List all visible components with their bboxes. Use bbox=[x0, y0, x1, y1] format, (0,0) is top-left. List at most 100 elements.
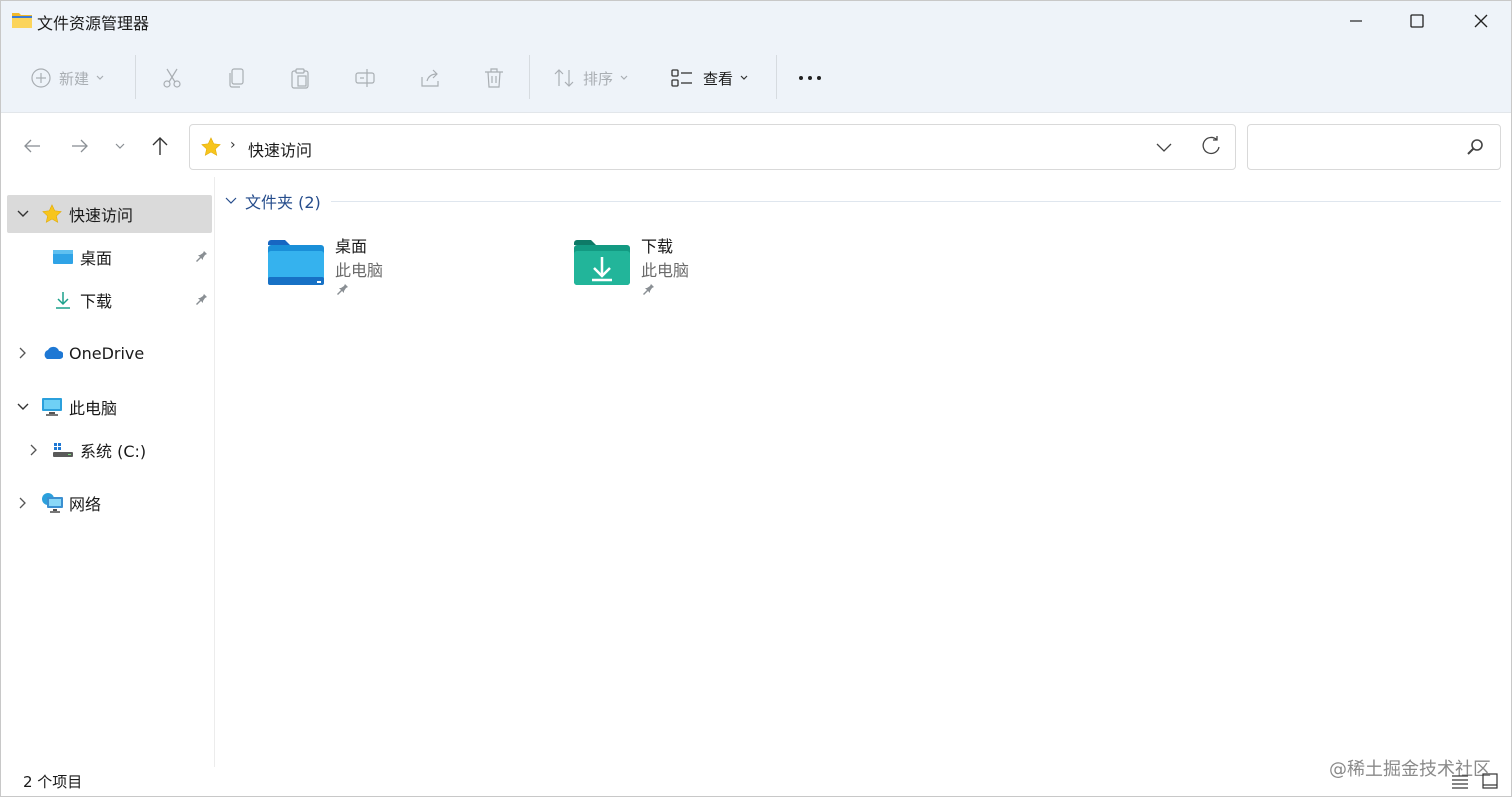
close-icon bbox=[1474, 14, 1488, 28]
chevron-down-icon[interactable] bbox=[1154, 137, 1174, 157]
more-options-button[interactable] bbox=[797, 61, 823, 95]
status-bar: 2 个项目 @稀土掘金技术社区 bbox=[1, 759, 1511, 796]
copy-icon bbox=[229, 68, 244, 88]
folder-name: 桌面 bbox=[335, 237, 368, 256]
navigation-pane: 快速访问 桌面 下载 OneDrive 此电脑 系统 (C:) 网络 bbox=[1, 177, 215, 767]
details-view-icon bbox=[1452, 775, 1468, 789]
folder-group-title: 文件夹 (2) bbox=[245, 193, 321, 212]
sort-label: 排序 bbox=[583, 69, 614, 88]
sidebar-item-label: 桌面 bbox=[80, 249, 113, 268]
drive-icon bbox=[52, 439, 74, 461]
maximize-icon bbox=[1410, 14, 1424, 28]
chevron-down-icon[interactable] bbox=[225, 196, 237, 206]
tiles-view-icon bbox=[1482, 773, 1498, 789]
pin-icon bbox=[643, 282, 654, 295]
pin-icon bbox=[194, 291, 208, 309]
sidebar-item-label: OneDrive bbox=[69, 343, 145, 363]
item-count: 2 个项目 bbox=[23, 773, 83, 791]
network-icon bbox=[41, 492, 63, 514]
view-button[interactable]: 查看 bbox=[671, 61, 749, 95]
sort-button[interactable]: 排序 bbox=[553, 61, 629, 95]
sort-icon bbox=[554, 69, 574, 87]
folder-tile-downloads[interactable]: 下载 此电脑 bbox=[573, 229, 873, 305]
clipboard-icon bbox=[291, 68, 309, 89]
onedrive-icon bbox=[41, 342, 63, 364]
chevron-down-icon bbox=[620, 75, 628, 80]
share-button[interactable] bbox=[419, 61, 441, 95]
computer-icon bbox=[41, 396, 63, 418]
folder-group-header[interactable]: 文件夹 (2) bbox=[225, 189, 321, 213]
sidebar-item-downloads[interactable]: 下载 bbox=[7, 281, 212, 319]
search-box[interactable] bbox=[1247, 124, 1501, 170]
address-bar[interactable]: › 快速访问 bbox=[189, 124, 1236, 170]
star-icon bbox=[41, 203, 63, 225]
up-button[interactable] bbox=[145, 131, 175, 161]
maximize-button[interactable] bbox=[1385, 1, 1449, 41]
paste-button[interactable] bbox=[289, 61, 311, 95]
sidebar-item-label: 下载 bbox=[80, 292, 113, 311]
copy-button[interactable] bbox=[226, 61, 248, 95]
delete-button[interactable] bbox=[483, 61, 505, 95]
sidebar-item-this-pc[interactable]: 此电脑 bbox=[7, 388, 212, 426]
new-label: 新建 bbox=[59, 69, 90, 88]
forward-button[interactable] bbox=[65, 131, 95, 161]
pin-icon bbox=[194, 248, 208, 266]
cut-button[interactable] bbox=[161, 61, 183, 95]
desktop-folder-icon bbox=[268, 240, 324, 285]
trash-icon bbox=[485, 68, 503, 88]
arrow-left-icon bbox=[24, 139, 40, 153]
chevron-right-icon[interactable] bbox=[15, 345, 31, 361]
chevron-down-icon[interactable] bbox=[15, 206, 31, 222]
details-view-button[interactable] bbox=[1449, 771, 1471, 791]
sidebar-item-quick-access[interactable]: 快速访问 bbox=[7, 195, 212, 233]
window-title: 文件资源管理器 bbox=[37, 14, 150, 33]
arrow-up-icon bbox=[152, 137, 168, 155]
separator bbox=[135, 55, 136, 99]
chevron-down-icon[interactable] bbox=[15, 399, 31, 415]
view-list-icon bbox=[671, 69, 692, 87]
tiles-view-button[interactable] bbox=[1479, 771, 1501, 791]
navigation-bar: › 快速访问 bbox=[1, 113, 1511, 177]
separator bbox=[776, 55, 777, 99]
sidebar-item-desktop[interactable]: 桌面 bbox=[7, 238, 212, 276]
view-label: 查看 bbox=[703, 69, 734, 88]
recent-locations-button[interactable] bbox=[105, 131, 135, 161]
sidebar-item-network[interactable]: 网络 bbox=[7, 484, 212, 522]
group-divider bbox=[331, 201, 1501, 202]
star-icon bbox=[201, 137, 221, 156]
breadcrumb-location[interactable]: 快速访问 bbox=[248, 137, 312, 161]
search-icon bbox=[1467, 139, 1483, 155]
minimize-button[interactable] bbox=[1324, 1, 1388, 41]
folder-location: 此电脑 bbox=[335, 261, 384, 280]
refresh-icon[interactable] bbox=[1200, 135, 1222, 157]
pin-icon bbox=[337, 282, 348, 295]
new-button[interactable]: 新建 bbox=[31, 61, 105, 95]
rename-button[interactable] bbox=[354, 61, 376, 95]
chevron-down-icon bbox=[96, 75, 104, 80]
downloads-folder-icon bbox=[574, 240, 630, 285]
desktop-icon bbox=[52, 246, 74, 268]
chevron-down-icon bbox=[115, 143, 125, 149]
folder-tile-desktop[interactable]: 桌面 此电脑 bbox=[267, 229, 567, 305]
chevron-right-icon[interactable] bbox=[26, 442, 42, 458]
sidebar-item-label: 系统 (C:) bbox=[80, 442, 147, 461]
close-button[interactable] bbox=[1449, 1, 1511, 41]
share-icon bbox=[421, 69, 439, 87]
chevron-down-icon bbox=[740, 75, 748, 80]
sidebar-item-onedrive[interactable]: OneDrive bbox=[7, 334, 212, 372]
sidebar-item-label: 网络 bbox=[69, 495, 102, 514]
file-explorer-window: 文件资源管理器 新建 排序 查看 › 快速访问 快速访问 桌面 下载 OneDr… bbox=[0, 0, 1512, 797]
breadcrumb-separator-icon: › bbox=[230, 137, 236, 153]
download-icon bbox=[52, 289, 74, 311]
command-bar: 新建 排序 查看 bbox=[1, 41, 1511, 113]
more-icon bbox=[799, 76, 821, 80]
sidebar-item-label: 此电脑 bbox=[69, 399, 118, 418]
sidebar-item-drive-c[interactable]: 系统 (C:) bbox=[7, 431, 212, 469]
sidebar-item-label: 快速访问 bbox=[69, 206, 134, 225]
minimize-icon bbox=[1350, 20, 1362, 22]
rename-icon bbox=[355, 69, 375, 87]
chevron-right-icon[interactable] bbox=[15, 495, 31, 511]
back-button[interactable] bbox=[17, 131, 47, 161]
plus-circle-icon bbox=[31, 68, 51, 88]
separator bbox=[529, 55, 530, 99]
